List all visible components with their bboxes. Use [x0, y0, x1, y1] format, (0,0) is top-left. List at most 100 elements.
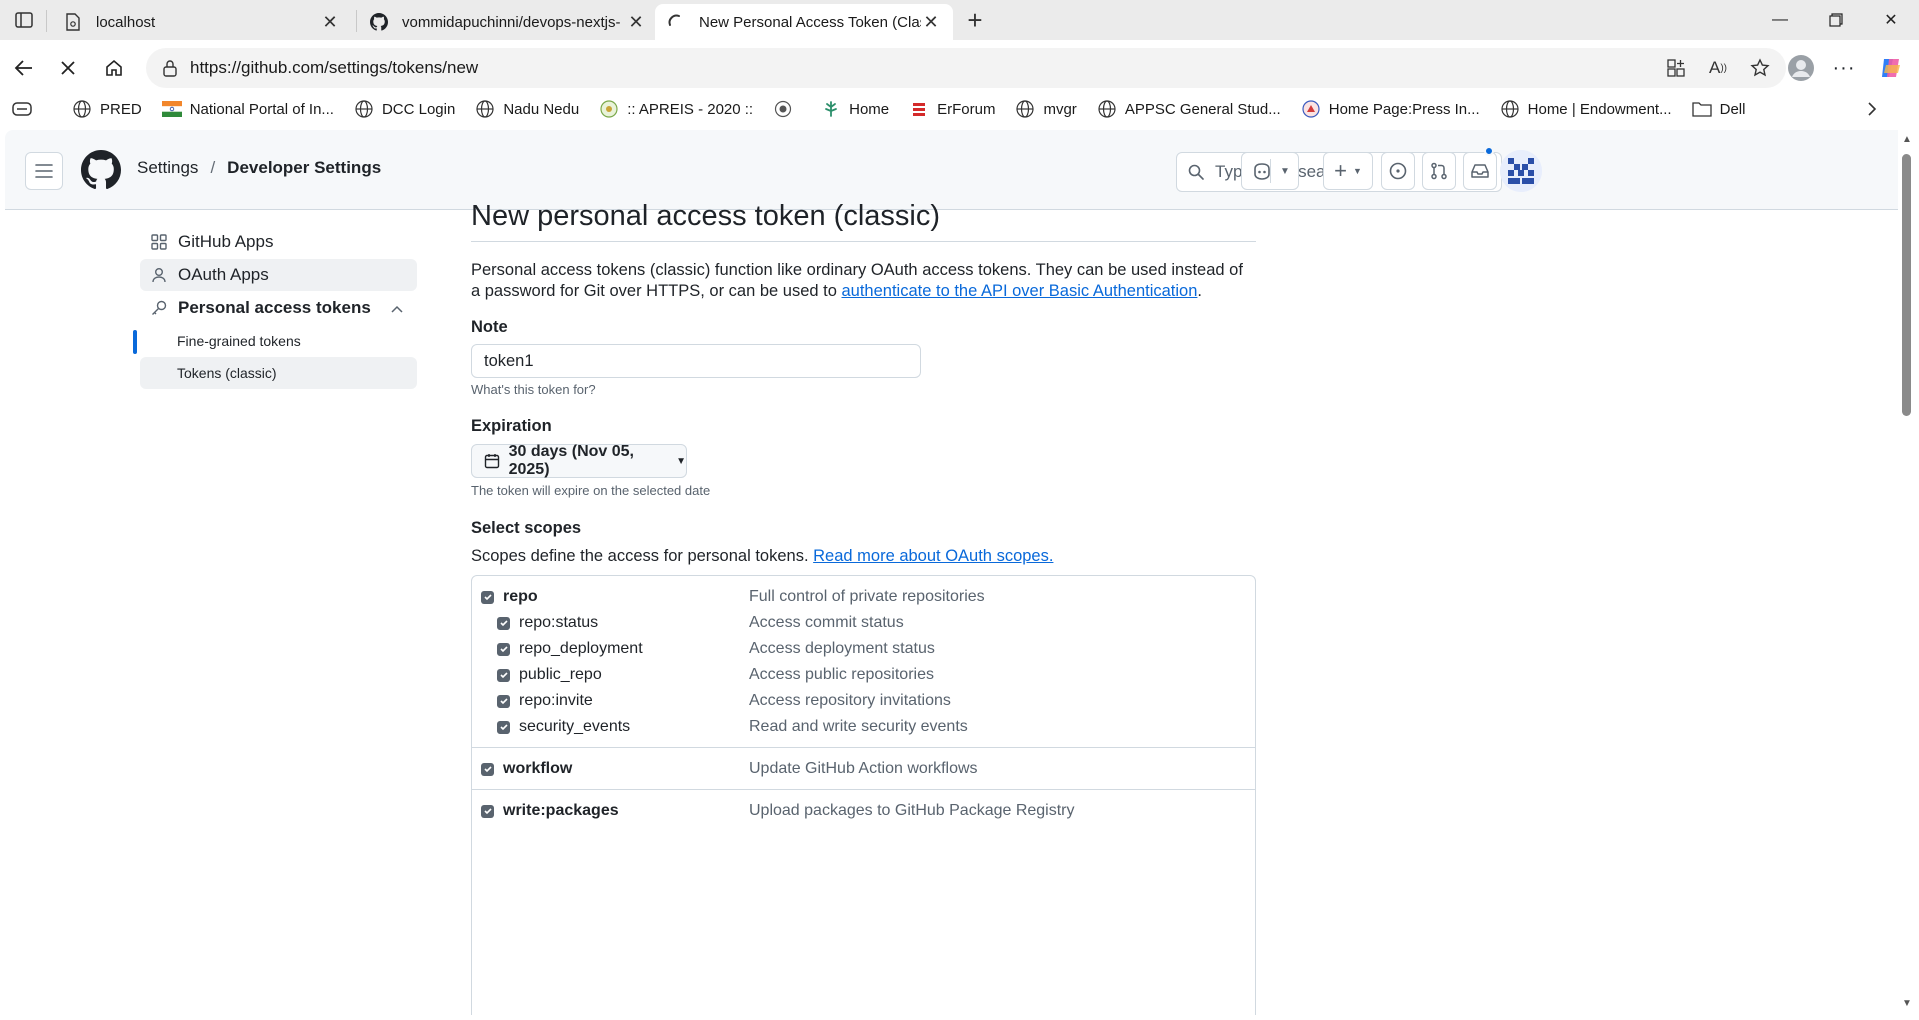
copilot-icon — [1252, 162, 1272, 180]
more-options-icon[interactable]: ··· — [1828, 52, 1860, 84]
home-icon[interactable] — [98, 52, 130, 84]
issues-button[interactable] — [1381, 152, 1415, 190]
profile-avatar-icon[interactable] — [1785, 52, 1817, 84]
scope-row-repo-status: repo:status Access commit status — [472, 614, 1255, 632]
globe-icon — [1097, 99, 1117, 119]
inbox-button[interactable] — [1463, 152, 1497, 190]
bookmark-erforum[interactable]: ErForum — [909, 99, 995, 119]
sidebar-subitem-fine-grained-tokens[interactable]: Fine-grained tokens — [140, 325, 417, 357]
scope-checkbox-security-events[interactable] — [497, 720, 510, 734]
bookmark-label: :: APREIS - 2020 :: — [627, 100, 754, 118]
scope-checkbox-repo-status[interactable] — [497, 616, 510, 630]
bookmark-label: National Portal of In... — [189, 100, 334, 118]
url-field[interactable]: https://github.com/settings/tokens/new A… — [146, 48, 1786, 88]
bookmark-nadu-nedu[interactable]: Nadu Nedu — [475, 99, 579, 119]
scopes-paragraph: Scopes define the access for personal to… — [471, 546, 1256, 567]
bookmark-label: Home — [849, 100, 890, 118]
bookmark-national-portal[interactable]: National Portal of In... — [161, 99, 334, 119]
avatar[interactable] — [1500, 150, 1542, 192]
scrollbar-thumb[interactable] — [1902, 154, 1911, 416]
new-tab-icon[interactable]: + — [962, 7, 988, 34]
loading-icon — [667, 13, 685, 31]
bookmark-apreis[interactable]: :: APREIS - 2020 :: — [599, 99, 753, 119]
tab-github-repo[interactable]: vommidapuchinni/devops-nextjs- ✕ — [358, 4, 658, 40]
india-flag-icon — [161, 99, 182, 119]
key-icon — [150, 299, 168, 317]
scope-description: Access public repositories — [749, 666, 934, 683]
bookmark-pred[interactable]: PRED — [72, 99, 142, 119]
globe-icon — [1500, 99, 1520, 119]
note-field[interactable]: token1 — [471, 344, 921, 378]
restore-icon[interactable] — [1808, 0, 1864, 40]
bookmark-endowment[interactable]: Home | Endowment... — [1500, 99, 1672, 119]
doc-icon — [64, 13, 82, 31]
page-scrollbar[interactable]: ▲ ▼ — [1898, 130, 1916, 1015]
note-hint: What's this token for? — [471, 382, 596, 397]
pull-requests-button[interactable] — [1422, 152, 1456, 190]
hamburger-menu-icon[interactable] — [25, 152, 63, 190]
scope-checkbox-repo[interactable] — [481, 590, 494, 604]
bookmark-seal[interactable] — [773, 99, 801, 119]
copilot-button[interactable]: ▼ — [1241, 152, 1299, 190]
site-info-icon[interactable] — [160, 58, 180, 78]
scope-name: repo_deployment — [519, 640, 643, 657]
scope-checkbox-write-packages[interactable] — [481, 804, 494, 818]
scope-row-write-packages: write:packages Upload packages to GitHub… — [472, 802, 1255, 820]
scroll-down-arrow-icon[interactable]: ▼ — [1901, 998, 1913, 1010]
intro-end: . — [1197, 282, 1202, 300]
sidebar-item-github-apps[interactable]: GitHub Apps — [140, 226, 417, 258]
sidebar-item-oauth-apps[interactable]: OAuth Apps — [140, 259, 417, 291]
scope-row-repo-invite: repo:invite Access repository invitation… — [472, 692, 1255, 710]
search-icon — [1187, 163, 1205, 181]
breadcrumb-settings-link[interactable]: Settings — [137, 158, 198, 178]
scopes-list: repo Full control of private repositorie… — [471, 575, 1256, 1015]
chevron-up-icon[interactable] — [391, 300, 403, 316]
create-new-button[interactable]: + ▼ — [1323, 152, 1373, 190]
favorite-star-icon[interactable] — [1748, 56, 1772, 80]
bookmark-appsc[interactable]: APPSC General Stud... — [1097, 99, 1281, 119]
scope-checkbox-repo-deployment[interactable] — [497, 642, 510, 656]
scope-name: repo — [503, 588, 538, 605]
scope-checkbox-repo-invite[interactable] — [497, 694, 510, 708]
select-scopes-label: Select scopes — [471, 519, 582, 537]
oauth-scopes-link[interactable]: Read more about OAuth scopes. — [813, 547, 1053, 565]
tab-actions-icon[interactable] — [12, 9, 36, 31]
close-tab-icon[interactable]: ✕ — [626, 12, 646, 32]
globe-icon — [475, 99, 495, 119]
basic-auth-link[interactable]: authenticate to the API over Basic Authe… — [842, 282, 1198, 300]
bookmark-reading-list[interactable] — [12, 99, 52, 119]
bookmark-home[interactable]: Home — [821, 99, 889, 119]
sidebar-item-personal-access-tokens[interactable]: Personal access tokens — [140, 292, 417, 324]
copilot-icon[interactable] — [1875, 52, 1907, 84]
close-tab-icon[interactable]: ✕ — [921, 12, 941, 32]
back-icon[interactable] — [8, 52, 40, 84]
tab-new-token[interactable]: New Personal Access Token (Class ✕ — [655, 4, 953, 40]
scope-description: Access commit status — [749, 614, 904, 631]
bookmark-mvgr[interactable]: mvgr — [1015, 99, 1077, 119]
chevron-down-icon: ▼ — [676, 455, 686, 467]
bookmark-label: ErForum — [937, 100, 996, 118]
minimize-icon[interactable]: — — [1752, 0, 1808, 40]
scroll-up-arrow-icon[interactable]: ▲ — [1901, 134, 1913, 146]
expiration-select[interactable]: 30 days (Nov 05, 2025) ▼ — [471, 443, 687, 478]
close-window-icon[interactable]: ✕ — [1863, 0, 1919, 40]
bookmark-dcc-login[interactable]: DCC Login — [354, 99, 455, 119]
sidebar-subitem-tokens-classic[interactable]: Tokens (classic) — [140, 357, 417, 389]
stop-loading-icon[interactable] — [52, 52, 84, 84]
bookmark-folder-dell[interactable]: Dell — [1691, 99, 1745, 119]
app-available-icon[interactable] — [1664, 56, 1688, 80]
scope-checkbox-public-repo[interactable] — [497, 668, 510, 682]
scope-name: public_repo — [519, 666, 602, 683]
github-logo-icon[interactable] — [81, 150, 121, 190]
scope-description: Upload packages to GitHub Package Regist… — [749, 802, 1075, 819]
bookmark-press[interactable]: Home Page:Press In... — [1301, 99, 1480, 119]
scope-checkbox-workflow[interactable] — [481, 762, 494, 776]
scope-name: security_events — [519, 718, 631, 735]
bookmarks-overflow-chevron-icon[interactable] — [1866, 101, 1878, 117]
copilot-dropdown-chevron-icon[interactable]: ▼ — [1280, 166, 1290, 177]
tab-localhost[interactable]: localhost ✕ — [52, 4, 352, 40]
bookmark-label: mvgr — [1043, 100, 1077, 118]
read-aloud-icon[interactable]: A)) — [1706, 56, 1730, 80]
close-tab-icon[interactable]: ✕ — [320, 12, 340, 32]
breadcrumb-developer-settings-link[interactable]: Developer Settings — [227, 158, 381, 178]
